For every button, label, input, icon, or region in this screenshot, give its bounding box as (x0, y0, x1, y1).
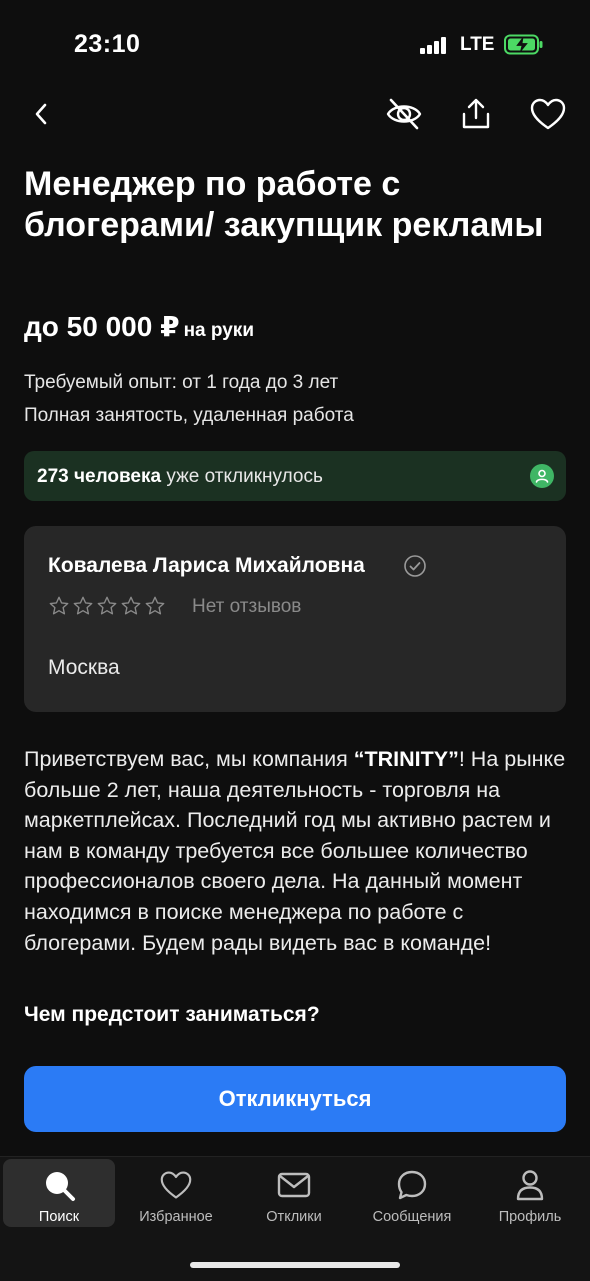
hide-button[interactable] (378, 88, 430, 140)
apply-button[interactable]: Откликнуться (24, 1066, 566, 1132)
person-badge-icon (530, 464, 554, 488)
share-button[interactable] (450, 88, 502, 140)
heart-icon (530, 98, 566, 130)
salary: до 50 000 ₽ на руки (24, 310, 254, 343)
share-icon (462, 98, 490, 129)
tab-label: Поиск (38, 1209, 80, 1225)
top-nav (0, 88, 590, 144)
employer-city: Москва (48, 656, 120, 679)
star-icon (73, 596, 93, 615)
description-part2: ! На рынке больше 2 лет, наша деятельнос… (24, 747, 566, 955)
eye-off-icon (386, 98, 422, 130)
battery-icon (504, 34, 544, 55)
mail-icon (276, 1167, 312, 1203)
tab-search[interactable]: Поиск (3, 1159, 115, 1227)
tab-messages[interactable]: Сообщения (356, 1159, 468, 1227)
network-type: LTE (460, 34, 495, 55)
signal-icon (420, 36, 450, 54)
person-icon (512, 1167, 548, 1203)
chat-icon (394, 1167, 430, 1203)
tab-label: Избранное (139, 1209, 213, 1225)
responses-count: 273 человека (37, 466, 162, 487)
tab-label: Сообщения (372, 1209, 452, 1225)
responses-suffix: уже откликнулось (166, 466, 323, 487)
experience: Требуемый опыт: от 1 года до 3 лет (24, 372, 339, 393)
star-icon (49, 596, 69, 615)
tab-favorites[interactable]: Избранное (120, 1159, 232, 1227)
chevron-left-icon (35, 103, 47, 125)
heart-icon (158, 1167, 194, 1203)
tab-responses[interactable]: Отклики (238, 1159, 350, 1227)
description-part1: Приветствуем вас, мы компания (24, 747, 354, 771)
vacancy-description: Приветствуем вас, мы компания “TRINITY”!… (24, 744, 569, 958)
star-icon (145, 596, 165, 615)
star-icon (97, 596, 117, 615)
tab-label: Профиль (498, 1209, 562, 1225)
back-button[interactable] (16, 88, 68, 140)
home-indicator[interactable] (190, 1262, 400, 1268)
salary-amount: до 50 000 ₽ (24, 311, 180, 342)
employment-type: Полная занятость, удаленная работа (24, 405, 354, 426)
employer-name: Ковалева Лариса Михайловна (48, 554, 365, 577)
verified-icon (403, 554, 427, 578)
reviews-text: Нет отзывов (192, 596, 302, 617)
salary-note: на руки (183, 320, 254, 341)
responses-text: 273 человека уже откликнулось (37, 466, 323, 488)
status-bar: 23:10 LTE (0, 0, 590, 90)
responses-banner: 273 человека уже откликнулось (24, 451, 566, 501)
tab-label: Отклики (266, 1209, 322, 1225)
star-icon (121, 596, 141, 615)
company-name: “TRINITY” (353, 747, 459, 771)
status-time: 23:10 (74, 30, 141, 58)
favorite-button[interactable] (522, 88, 574, 140)
rating-stars (48, 595, 166, 617)
tab-profile[interactable]: Профиль (474, 1159, 586, 1227)
employer-card[interactable]: Ковалева Лариса Михайловна Нет отзывов М… (24, 526, 566, 712)
vacancy-title: Менеджер по работе с блогерами/ закупщик… (24, 165, 544, 244)
section-title: Чем предстоит заниматься? (24, 1003, 320, 1026)
search-icon (41, 1167, 77, 1203)
